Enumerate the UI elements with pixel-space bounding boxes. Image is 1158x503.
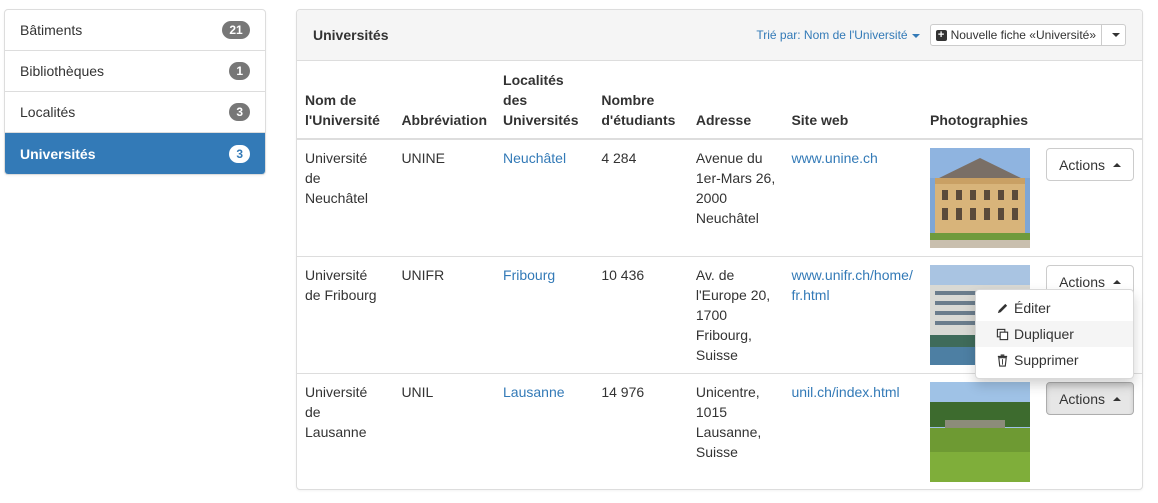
cell-photo [922,373,1039,491]
cell-locality: Neuchâtel [495,138,594,257]
plus-square-icon: + [935,29,947,41]
new-button-label: Nouvelle fiche «Université» [950,28,1096,42]
column-header-website[interactable]: Site web [783,61,923,140]
caret-up-icon [1113,162,1121,167]
count-badge: 3 [229,144,250,163]
menu-item-duplicate[interactable]: Dupliquer [976,321,1133,347]
new-university-button[interactable]: + Nouvelle fiche «Université» [929,24,1102,46]
count-badge: 3 [229,103,250,121]
sort-dropdown[interactable]: Trié par: Nom de l'Université [756,28,920,42]
cell-students: 14 976 [593,373,688,491]
sidebar-item-label: Bâtiments [20,22,83,38]
locality-link[interactable]: Fribourg [503,267,555,283]
table-row: Université de Lausanne UNIL Lausanne 14 … [297,373,1142,491]
cell-name: Université de Neuchâtel [297,138,394,257]
panel-title: Universités [313,27,389,43]
panel-heading: Universités Trié par: Nom de l'Universit… [297,10,1142,61]
column-header-locality[interactable]: Localités des Universités [495,61,594,140]
cell-locality: Lausanne [495,373,594,491]
new-record-button-group: + Nouvelle fiche «Université» [929,24,1126,46]
cell-photo [922,138,1039,257]
column-header-photos[interactable]: Photographies [922,61,1039,140]
pencil-icon [997,303,1008,313]
column-header-students[interactable]: Nombre d'étudiants [593,61,688,140]
actions-button[interactable]: Actions [1046,148,1134,181]
count-badge: 1 [229,62,250,80]
column-header-actions [1038,61,1142,140]
heading-controls: Trié par: Nom de l'Université + Nouvelle … [756,24,1126,46]
cell-students: 4 284 [593,138,688,257]
table-header-row: Nom de l'Université Abbréviation Localit… [297,61,1142,140]
cell-abbreviation: UNIL [393,373,496,491]
menu-item-delete[interactable]: Supprimer [976,347,1133,373]
menu-item-label: Éditer [1014,300,1051,316]
sidebar-item-label: Bibliothèques [20,63,105,79]
actions-button[interactable]: Actions [1046,382,1134,415]
cell-actions: Actions [1038,138,1142,257]
actions-dropdown-menu: Éditer Dupliquer Supprimer [975,289,1134,379]
cell-address: Avenue du 1er-Mars 26, 2000 Neuchâtel [687,138,784,257]
column-header-address[interactable]: Adresse [687,61,784,140]
menu-item-edit[interactable]: Éditer [976,295,1133,321]
universities-panel: Universités Trié par: Nom de l'Universit… [296,9,1143,491]
cell-website: www.unifr.ch/home/fr.html [783,256,923,374]
actions-label: Actions [1059,390,1105,407]
caret-down-icon [1111,33,1120,37]
website-link[interactable]: unil.ch/index.html [791,384,899,400]
universities-table: Nom de l'Université Abbréviation Localit… [297,61,1142,491]
sidebar-item-bibliotheques[interactable]: Bibliothèques 1 [5,51,265,92]
trash-icon [997,353,1008,367]
menu-item-label: Dupliquer [1014,326,1074,342]
caret-up-icon [1113,396,1121,401]
website-link[interactable]: www.unine.ch [791,150,877,166]
cell-address: Av. de l'Europe 20, 1700 Fribourg, Suiss… [687,256,784,374]
website-link[interactable]: www.unifr.ch/home/fr.html [791,267,912,303]
count-badge: 21 [222,21,250,39]
cell-name: Université de Fribourg [297,256,394,374]
sidebar-item-label: Universités [20,145,96,162]
cell-name: Université de Lausanne [297,373,394,491]
sidebar-item-universites[interactable]: Universités 3 [5,133,265,174]
cell-abbreviation: UNINE [393,138,496,257]
actions-label: Actions [1059,273,1105,290]
cell-abbreviation: UNIFR [393,256,496,374]
locality-link[interactable]: Lausanne [503,384,565,400]
cell-actions: Actions [1038,373,1142,491]
cell-students: 10 436 [593,256,688,374]
locality-link[interactable]: Neuchâtel [503,150,566,166]
caret-up-icon [1113,279,1121,284]
sidebar-item-label: Localités [20,104,76,120]
cell-address: Unicentre, 1015 Lausanne, Suisse [687,373,784,491]
sort-label: Trié par: Nom de l'Université [756,28,908,42]
column-header-abbreviation[interactable]: Abbréviation [393,61,496,140]
copy-icon [996,328,1009,340]
caret-down-icon [911,33,920,38]
cell-locality: Fribourg [495,256,594,374]
cell-website: www.unine.ch [783,138,923,257]
new-record-options-button[interactable] [1102,24,1126,46]
sidebar-item-localites[interactable]: Localités 3 [5,92,265,133]
campus-photo[interactable] [930,382,1031,482]
sidebar-list: Bâtiments 21 Bibliothèques 1 Localités 3… [4,9,266,175]
table-row: Université de Neuchâtel UNINE Neuchâtel … [297,138,1142,257]
cell-website: unil.ch/index.html [783,373,923,491]
column-header-name[interactable]: Nom de l'Université [297,61,394,140]
menu-item-label: Supprimer [1014,352,1079,368]
actions-label: Actions [1059,156,1105,173]
sidebar-item-batiments[interactable]: Bâtiments 21 [5,10,265,51]
building-photo[interactable] [930,148,1031,248]
